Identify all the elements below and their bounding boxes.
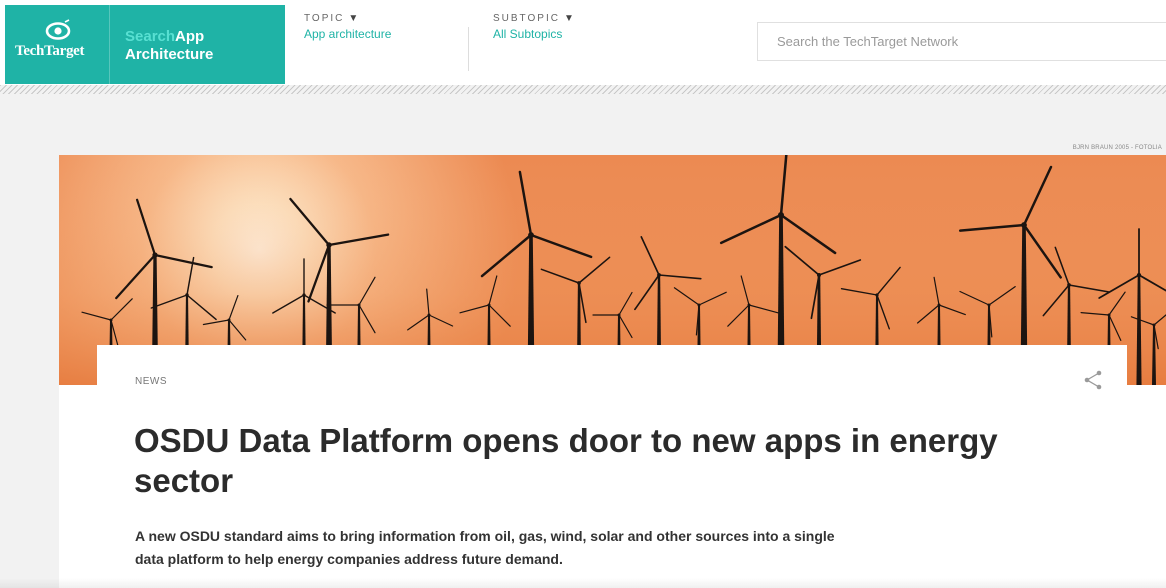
photo-credit: BJRN BRAUN 2005 - FOTOLIA — [1072, 145, 1162, 151]
article-headline: OSDU Data Platform opens door to new app… — [134, 422, 998, 499]
brand-block[interactable]: TechTarget SearchApp Architecture — [5, 5, 285, 84]
site-header: TechTarget SearchApp Architecture TOPIC ▼… — [0, 0, 1166, 85]
header-hatch-divider — [0, 85, 1166, 94]
caret-down-icon: ▼ — [348, 13, 359, 24]
techtarget-logo[interactable]: TechTarget — [15, 19, 101, 69]
eye-logo-icon — [45, 19, 71, 40]
logo-text: TechTarget — [15, 43, 85, 59]
search-input[interactable] — [758, 23, 1157, 60]
topic-label: TOPIC ▼ — [304, 13, 391, 24]
brand-divider — [109, 5, 110, 84]
site-name[interactable]: SearchApp Architecture — [125, 28, 213, 64]
article-kicker: NEWS — [135, 376, 167, 387]
topic-menu[interactable]: TOPIC ▼ App architecture — [304, 13, 391, 41]
subtopic-label: SUBTOPIC ▼ — [493, 13, 574, 24]
article-card: NEWS OSDU Data Platform opens door to ne… — [97, 345, 1127, 588]
bottom-shade — [0, 578, 1166, 588]
topic-value-link[interactable]: App architecture — [304, 27, 391, 41]
site-name-prefix: Search — [125, 28, 176, 45]
article-summary: A new OSDU standard aims to bring inform… — [135, 528, 835, 567]
nav-separator — [468, 27, 469, 71]
subtopic-menu[interactable]: SUBTOPIC ▼ All Subtopics — [493, 13, 574, 41]
subtopic-value-link[interactable]: All Subtopics — [493, 27, 574, 41]
share-icon[interactable] — [1082, 369, 1104, 391]
caret-down-icon: ▼ — [563, 13, 574, 24]
site-name-line1: App — [175, 28, 205, 45]
content-area-right — [1127, 385, 1166, 588]
subtopic-label-text: SUBTOPIC — [493, 13, 560, 24]
content-area-left — [59, 385, 97, 588]
topic-label-text: TOPIC — [304, 13, 345, 24]
site-name-line2: Architecture — [125, 46, 214, 63]
search-box[interactable] — [757, 22, 1166, 61]
